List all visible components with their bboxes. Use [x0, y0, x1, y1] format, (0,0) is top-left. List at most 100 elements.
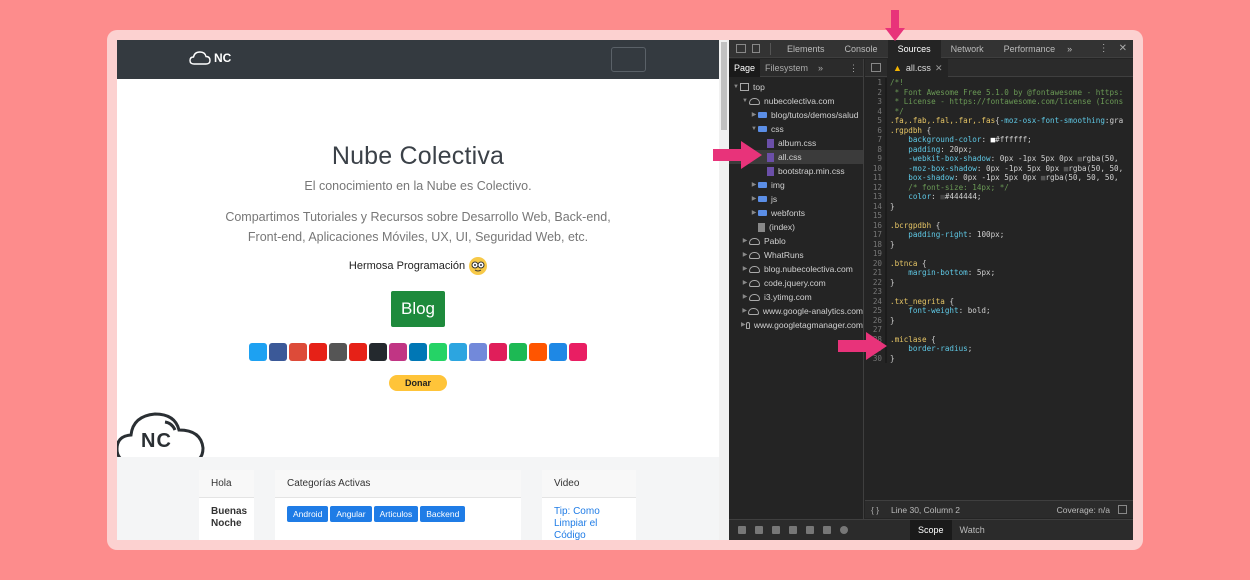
social-icon[interactable] — [509, 343, 527, 361]
code-line[interactable]: 10 -moz-box-shadow: 0px -1px 5px 0px ■ rg… — [865, 163, 1133, 174]
line-number[interactable]: 17 — [865, 230, 885, 240]
code-line[interactable]: 13 color: ■ #444444; — [865, 192, 1133, 202]
collapsed-arrow-icon[interactable]: ▶ — [741, 262, 749, 276]
social-icon[interactable] — [389, 343, 407, 361]
tree-item[interactable]: ▶ blog.nubecolectiva.com — [729, 262, 863, 276]
line-number[interactable]: 7 — [865, 135, 885, 145]
navbar-toggle-button[interactable] — [611, 47, 646, 72]
code-line[interactable]: 23 — [865, 287, 1133, 297]
social-icon[interactable] — [469, 343, 487, 361]
tree-item[interactable]: (index) — [729, 220, 863, 234]
collapsed-arrow-icon[interactable]: ▶ — [750, 206, 758, 220]
social-icon[interactable] — [529, 343, 547, 361]
tab-page[interactable]: Page — [729, 58, 761, 77]
code-line[interactable]: 15 — [865, 211, 1133, 221]
category-tag[interactable]: Backend — [420, 506, 466, 522]
code-line[interactable]: 19 — [865, 249, 1133, 259]
code-line[interactable]: 9 -webkit-box-shadow: 0px -1px 5px 0px ■… — [865, 154, 1133, 164]
more-tabs-icon[interactable]: » — [1065, 40, 1074, 58]
pretty-print-icon[interactable]: { } — [871, 505, 879, 515]
line-number[interactable]: 25 — [865, 306, 885, 316]
expanded-arrow-icon[interactable]: ▼ — [741, 94, 749, 108]
code-line[interactable]: 14} — [865, 201, 1133, 211]
tab-elements[interactable]: Elements — [777, 40, 835, 58]
line-number[interactable]: 16 — [865, 221, 885, 231]
step-over-icon[interactable] — [755, 526, 763, 534]
code-line[interactable]: 24 .txt_negrita { — [865, 296, 1133, 306]
tab-network[interactable]: Network — [941, 40, 994, 58]
category-tag[interactable]: Angular — [330, 506, 372, 522]
line-number[interactable]: 18 — [865, 240, 885, 250]
collapsed-arrow-icon[interactable]: ▶ — [750, 192, 758, 206]
code-line[interactable]: 27 — [865, 325, 1133, 335]
code-line[interactable]: 8 padding: 20px; — [865, 144, 1133, 155]
toggle-navigator-icon[interactable] — [871, 63, 881, 72]
line-number[interactable]: 20 — [865, 259, 885, 269]
social-icon[interactable] — [489, 343, 507, 361]
step-into-icon[interactable] — [772, 526, 780, 534]
collapsed-arrow-icon[interactable]: ▶ — [741, 318, 746, 332]
line-number[interactable]: 9 — [865, 154, 885, 164]
line-number[interactable]: 5 — [865, 116, 885, 126]
tab-performance[interactable]: Performance — [994, 40, 1066, 58]
tab-filesystem[interactable]: Filesystem — [760, 59, 813, 77]
code-line[interactable]: 2 * Font Awesome Free 5.1.0 by @fontawes… — [865, 87, 1133, 97]
social-icon[interactable] — [449, 343, 467, 361]
tree-item[interactable]: ▶ WhatRuns — [729, 248, 863, 262]
code-line[interactable]: 3 * License - https://fontawesome.com/li… — [865, 97, 1133, 107]
site-logo[interactable]: NC — [189, 51, 231, 65]
collapsed-arrow-icon[interactable]: ▶ — [741, 290, 749, 304]
device-toolbar-icon[interactable] — [752, 44, 760, 53]
step-icon[interactable] — [806, 526, 814, 534]
editor-tab-all-css[interactable]: ▲ all.css ✕ — [887, 58, 949, 77]
line-number[interactable]: 8 — [865, 145, 885, 155]
line-number[interactable]: 10 — [865, 164, 885, 174]
tree-item[interactable]: ▶ www.googletagmanager.com — [729, 318, 863, 332]
code-line[interactable]: 16 .bcrgpdbh { — [865, 220, 1133, 231]
code-line[interactable]: 20 .btnca { — [865, 258, 1133, 269]
code-line[interactable]: 11 box-shadow: 0px -1px 5px 0px ■ rgba(50… — [865, 173, 1133, 183]
navigator-menu-icon[interactable]: ⋮ — [844, 59, 863, 77]
tree-item[interactable]: ▼ css — [729, 122, 863, 136]
tree-item[interactable]: ▼ top — [729, 80, 863, 94]
tree-item[interactable]: ▶ blog/tutos/demos/salud — [729, 108, 863, 122]
social-icon[interactable] — [549, 343, 567, 361]
tree-item[interactable]: ▶ img — [729, 178, 863, 192]
code-line[interactable]: 17 padding-right: 100px; — [865, 230, 1133, 240]
social-icon[interactable] — [309, 343, 327, 361]
code-line[interactable]: 1 /*! — [865, 78, 1133, 88]
code-line[interactable]: 21 margin-bottom: 5px; — [865, 268, 1133, 278]
code-line[interactable]: 26} — [865, 315, 1133, 325]
code-line[interactable]: 30} — [865, 353, 1133, 363]
social-icon[interactable] — [349, 343, 367, 361]
code-line[interactable]: 5 .fa,.fab,.fal,.far,.fas{-moz-osx-font-s… — [865, 116, 1133, 126]
code-line[interactable]: 6 .rgpdbh { — [865, 125, 1133, 135]
social-icon[interactable] — [289, 343, 307, 361]
category-tag[interactable]: Android — [287, 506, 329, 522]
line-number[interactable]: 23 — [865, 287, 885, 297]
line-number[interactable]: 13 — [865, 192, 885, 202]
category-tag[interactable]: Articulos — [373, 506, 419, 522]
social-icon[interactable] — [329, 343, 347, 361]
collapsed-arrow-icon[interactable]: ▶ — [750, 108, 758, 122]
tree-item[interactable]: ▶ webfonts — [729, 206, 863, 220]
website-scrollbar-thumb[interactable] — [721, 42, 727, 130]
line-number[interactable]: 1 — [865, 78, 885, 88]
expanded-arrow-icon[interactable]: ▼ — [732, 80, 740, 94]
code-content[interactable]: 1/*! 2 * Font Awesome Free 5.1.0 by @font… — [865, 78, 1133, 468]
collapsed-arrow-icon[interactable]: ▶ — [741, 304, 748, 318]
line-number[interactable]: 11 — [865, 173, 885, 183]
tree-item[interactable]: ▶ Pablo — [729, 234, 863, 248]
kebab-menu-icon[interactable]: ⋮ — [1099, 43, 1109, 54]
tab-sources[interactable]: Sources — [887, 39, 941, 58]
code-line[interactable]: 18} — [865, 239, 1133, 250]
tree-item[interactable]: ▶ i3.ytimg.com — [729, 290, 863, 304]
tree-item[interactable]: ▼ nubecolectiva.com — [729, 94, 863, 108]
card-video-link[interactable]: Tip: Como Limpiar el Código — [542, 498, 636, 540]
collapsed-arrow-icon[interactable]: ▶ — [741, 248, 749, 262]
code-line[interactable]: 4 */ — [865, 106, 1133, 116]
code-line[interactable]: 7 background-color: ■ #ffffff; — [865, 135, 1133, 145]
code-line[interactable]: 22} — [865, 277, 1133, 287]
collapsed-arrow-icon[interactable]: ▶ — [741, 276, 749, 290]
tree-item[interactable]: ▶ js — [729, 192, 863, 206]
